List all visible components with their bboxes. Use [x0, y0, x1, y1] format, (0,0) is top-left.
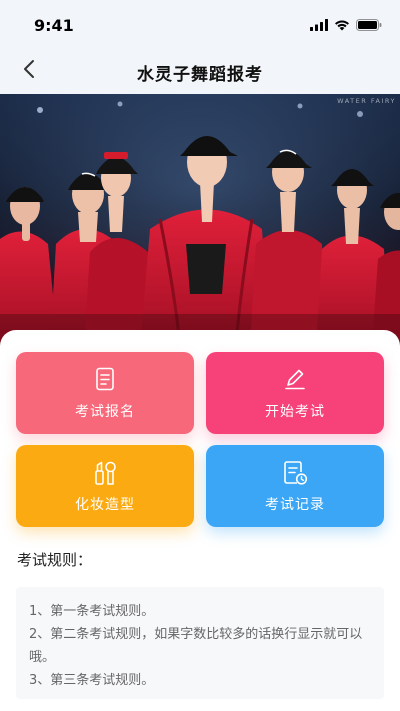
action-panel: 考试报名 开始考试 化妆造型 考试记录 — [0, 330, 400, 552]
exam-records-label: 考试记录 — [265, 497, 325, 513]
start-exam-button[interactable]: 开始考试 — [206, 352, 384, 434]
rule-item: 2、第二条考试规则，如果字数比较多的话换行显示就可以哦。 — [29, 627, 363, 665]
makeup-styling-label: 化妆造型 — [75, 497, 135, 513]
signal-icon — [310, 16, 328, 35]
rule-item: 1、第一条考试规则。 — [29, 604, 155, 619]
page-title: 水灵子舞蹈报考 — [137, 65, 263, 85]
battery-icon — [356, 16, 382, 35]
rules-heading: 考试规则： — [17, 551, 93, 569]
document-icon — [94, 367, 116, 395]
banner-image: WATER FAIRY D — [0, 94, 400, 346]
record-clock-icon — [282, 460, 308, 490]
makeup-styling-button[interactable]: 化妆造型 — [16, 445, 194, 527]
wifi-icon — [334, 16, 350, 35]
rules-list: 1、第一条考试规则。 2、第二条考试规则，如果字数比较多的话换行显示就可以哦。 … — [16, 587, 384, 692]
status-bar: 9:41 — [0, 0, 400, 50]
rules-box: 1、第一条考试规则。 2、第二条考试规则，如果字数比较多的话换行显示就可以哦。 … — [16, 587, 384, 699]
status-time: 9:41 — [34, 16, 74, 35]
exam-register-button[interactable]: 考试报名 — [16, 352, 194, 434]
nav-bar: 水灵子舞蹈报考 — [0, 50, 400, 94]
status-icons — [310, 16, 382, 35]
pen-icon — [283, 367, 307, 395]
exam-register-label: 考试报名 — [75, 404, 135, 420]
exam-records-button[interactable]: 考试记录 — [206, 445, 384, 527]
rule-item: 3、第三条考试规则。 — [29, 673, 155, 688]
makeup-icon — [92, 460, 118, 490]
start-exam-label: 开始考试 — [265, 404, 325, 420]
banner-watermark: WATER FAIRY D — [337, 97, 400, 105]
